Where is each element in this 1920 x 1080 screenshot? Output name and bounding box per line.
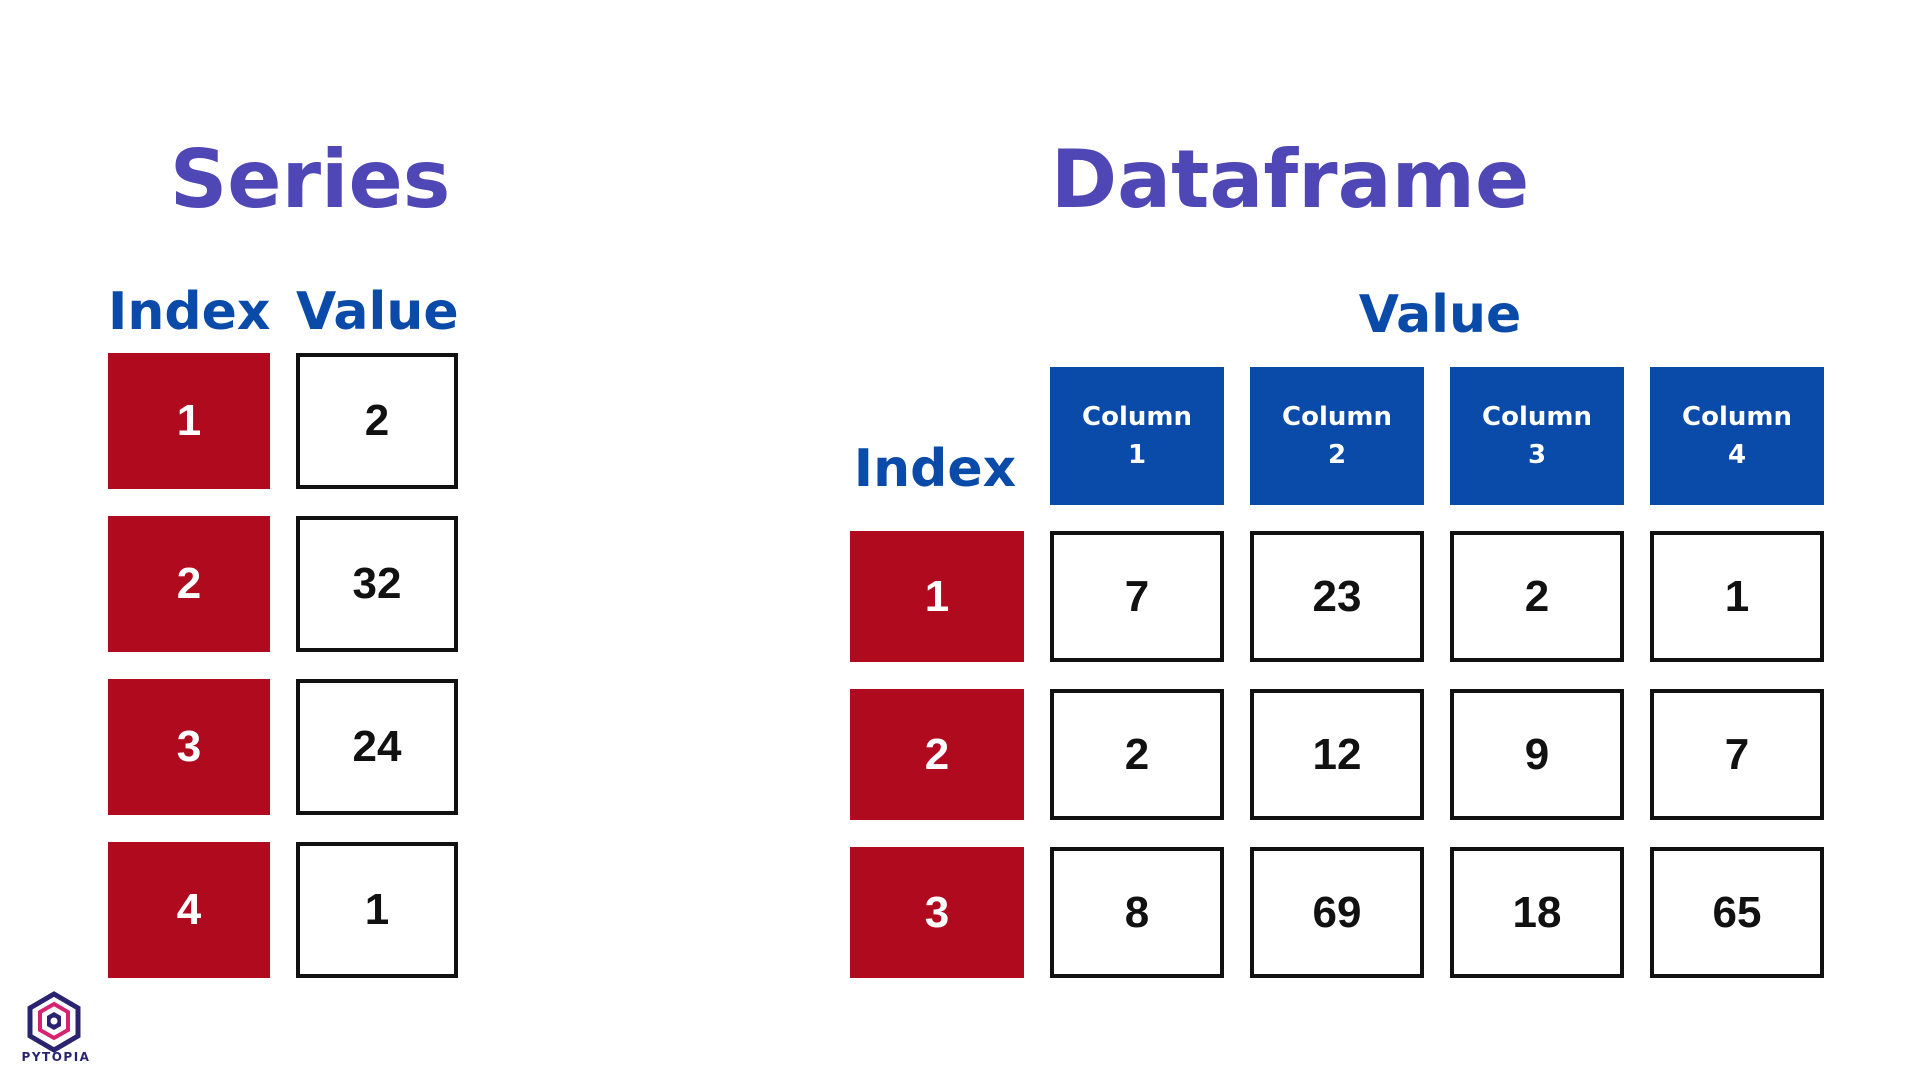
dataframe-index-cell: 1: [850, 531, 1024, 662]
dataframe-value-cell: 8: [1050, 847, 1224, 978]
column-header-number: 3: [1527, 440, 1547, 470]
series-index-cell: 1: [108, 353, 270, 489]
dataframe-index-cell: 2: [850, 689, 1024, 820]
dataframe-value-cell: 69: [1250, 847, 1424, 978]
dataframe-value-cell: 7: [1650, 689, 1824, 820]
series-index-header: Index: [108, 282, 271, 342]
column-header-label: Column: [1482, 402, 1592, 432]
dataframe-index-header: Index: [853, 439, 1017, 499]
column-header-label: Column: [1082, 402, 1192, 432]
dataframe-title: Dataframe: [1050, 133, 1530, 226]
series-value-cell: 32: [296, 516, 458, 652]
series-index-cell: 3: [108, 679, 270, 815]
column-header: Column 3: [1450, 367, 1624, 505]
dataframe-value-header: Value: [1358, 285, 1522, 345]
column-header-number: 1: [1127, 440, 1147, 470]
dataframe-value-cell: 7: [1050, 531, 1224, 662]
series-value-cell: 1: [296, 842, 458, 978]
dataframe-value-cell: 18: [1450, 847, 1624, 978]
dataframe-value-cell: 2: [1450, 531, 1624, 662]
dataframe-value-cell: 9: [1450, 689, 1624, 820]
series-value-cell: 24: [296, 679, 458, 815]
dataframe-index-cell: 3: [850, 847, 1024, 978]
series-index-cell: 4: [108, 842, 270, 978]
column-header-number: 4: [1727, 440, 1747, 470]
series-value-header: Value: [296, 282, 459, 342]
column-header: Column 2: [1250, 367, 1424, 505]
dataframe-value-cell: 1: [1650, 531, 1824, 662]
dataframe-value-cell: 2: [1050, 689, 1224, 820]
column-header-number: 2: [1327, 440, 1347, 470]
series-index-cell: 2: [108, 516, 270, 652]
column-header: Column 1: [1050, 367, 1224, 505]
column-header-label: Column: [1282, 402, 1392, 432]
dataframe-value-cell: 65: [1650, 847, 1824, 978]
column-header-label: Column: [1682, 402, 1792, 432]
column-header: Column 4: [1650, 367, 1824, 505]
dataframe-value-cell: 23: [1250, 531, 1424, 662]
dataframe-value-cell: 12: [1250, 689, 1424, 820]
pytopia-logo-text: PYTOPIA: [21, 1050, 91, 1064]
series-value-cell: 2: [296, 353, 458, 489]
series-title: Series: [169, 133, 451, 226]
